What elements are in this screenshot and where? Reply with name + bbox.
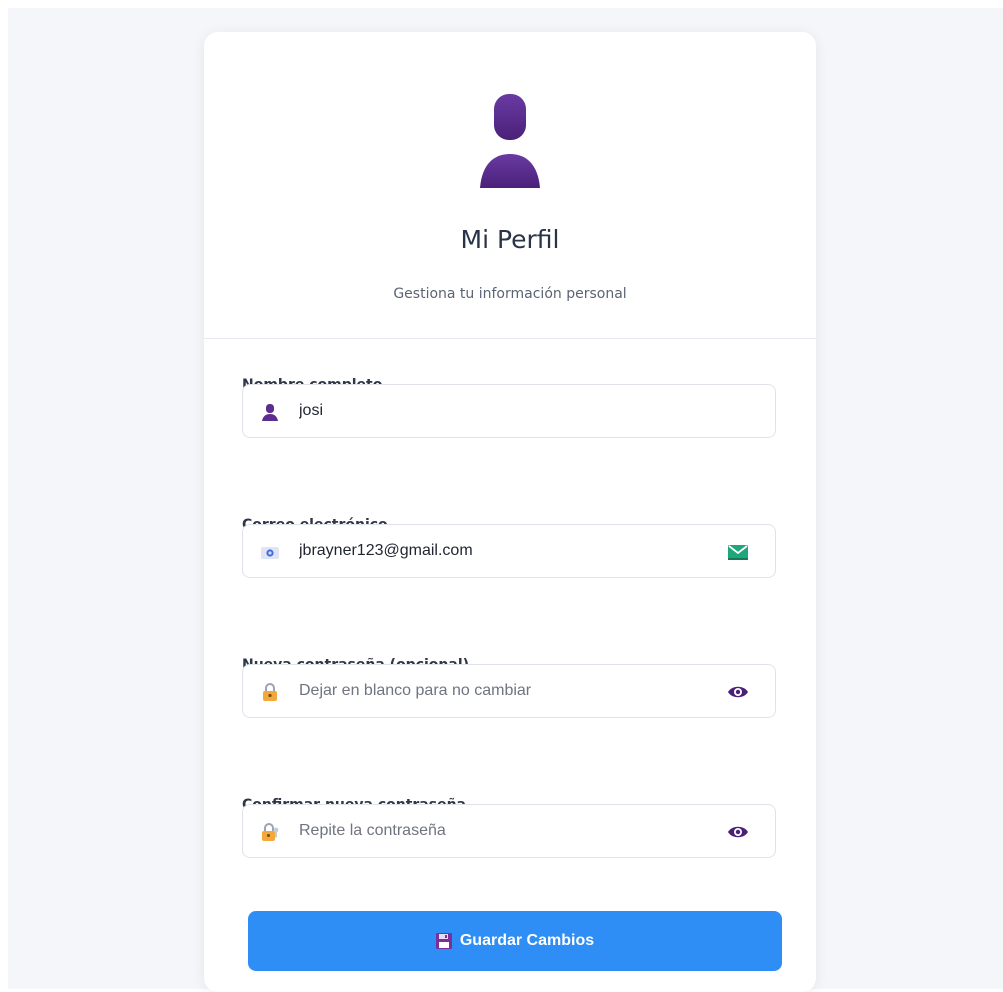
floppy-disk-icon: [435, 933, 452, 949]
header-divider: [204, 338, 816, 339]
user-silhouette-icon: [480, 94, 540, 188]
confirm-password-input[interactable]: [299, 805, 719, 857]
email-field-wrapper: [242, 524, 776, 578]
confirm-password-field-wrapper: [242, 804, 776, 858]
email-input[interactable]: [299, 525, 719, 577]
new-password-input[interactable]: [299, 665, 719, 717]
name-input[interactable]: [299, 385, 719, 437]
user-icon: [262, 404, 278, 421]
id-card-icon: [261, 547, 279, 559]
page-title: Mi Perfil: [460, 225, 560, 254]
name-field-wrapper: [242, 384, 776, 438]
profile-card: Mi Perfil Gestiona tu información person…: [204, 32, 816, 992]
lock-key-icon: [262, 823, 279, 841]
lock-icon: [263, 683, 277, 701]
save-button-label: Guardar Cambios: [459, 932, 595, 949]
save-button[interactable]: Guardar Cambios: [248, 911, 782, 971]
new-password-field-wrapper: [242, 664, 776, 718]
page-subtitle: Gestiona tu información personal: [393, 286, 627, 302]
eye-icon[interactable]: [727, 682, 749, 702]
envelope-icon: [728, 545, 748, 560]
eye-icon[interactable]: [727, 822, 749, 842]
